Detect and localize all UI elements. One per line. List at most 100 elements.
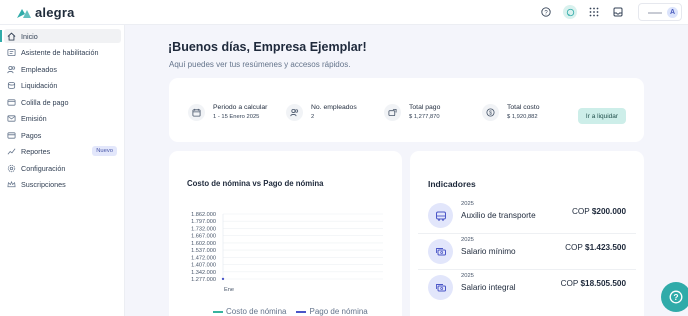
indicator-year: 2025 — [461, 237, 474, 243]
indicator-row: 2025 Salario integral COP $18.505.500 — [418, 270, 636, 306]
sidebar-item-label: Liquidación — [21, 80, 58, 90]
sidebar-item-empleados[interactable]: Empleados — [4, 62, 121, 76]
alegra-logo-icon — [17, 8, 31, 18]
company-logo — [648, 12, 662, 14]
sidebar-item-pagos[interactable]: Pagos — [4, 128, 121, 142]
avatar: A — [667, 7, 678, 18]
sidebar-item-label: Colilla de pago — [21, 97, 69, 107]
users-icon — [7, 65, 16, 74]
summary-period: Periodo a calcular 1 - 15 Enero 2025 — [188, 104, 267, 121]
ir-a-liquidar-button[interactable]: Ir a liquidar — [578, 108, 626, 124]
indicator-year: 2025 — [461, 273, 474, 279]
gear-icon — [7, 164, 16, 173]
card-icon — [7, 131, 16, 140]
logo-text: alegra — [35, 5, 75, 20]
legend-swatch-pago — [296, 310, 307, 313]
profile-menu[interactable]: A — [638, 3, 682, 21]
indicator-row: 2025 Salario mínimo COP $1.423.500 — [418, 234, 636, 270]
top-bar: alegra ? A — [0, 0, 688, 25]
coins-icon — [7, 81, 16, 90]
payroll-chart: 1.862.0001.797.0001.732.000 1.667.0001.60… — [191, 212, 383, 293]
svg-text:?: ? — [673, 292, 678, 302]
svg-text:$: $ — [489, 110, 492, 116]
sidebar-item-label: Reportes — [21, 146, 51, 156]
send-icon — [7, 114, 16, 123]
sidebar-item-inicio[interactable]: Inicio — [0, 29, 121, 43]
assistant-icon — [7, 48, 16, 57]
indicator-amount: $1.423.500 — [585, 243, 626, 252]
sidebar-item-label: Inicio — [21, 31, 38, 41]
sidebar-item-label: Suscripciones — [21, 179, 66, 189]
legend-label: Pago de nómina — [309, 307, 368, 316]
summary-total-payment: Total pago $ 1,277,870 — [384, 104, 440, 121]
summary-title: No. empleados — [311, 104, 357, 111]
sidebar-item-configuracion[interactable]: Configuración — [4, 161, 121, 175]
summary-value: $ 1,277,870 — [409, 114, 440, 120]
help-fab-button[interactable]: ? — [661, 282, 688, 312]
payment-icon — [384, 104, 401, 121]
sidebar: Inicio Asistente de habilitación Emplead… — [0, 25, 125, 316]
legend-item-pago[interactable]: Pago de nómina — [296, 307, 368, 316]
dollar-circle-icon: $ — [482, 104, 499, 121]
y-tick-label: 1.667.000 — [191, 234, 216, 240]
sidebar-item-asistente[interactable]: Asistente de habilitación — [4, 45, 121, 59]
receipt-icon — [7, 98, 16, 107]
summary-title: Total costo — [507, 104, 540, 111]
summary-employees: No. empleados 2 — [286, 104, 357, 121]
new-badge: Nuevo — [92, 146, 117, 156]
chart-icon — [7, 147, 16, 156]
help-icon: ? — [669, 290, 683, 304]
y-tick-label: 1.342.000 — [191, 270, 216, 276]
home-icon — [7, 32, 16, 41]
series-point-1[interactable] — [221, 277, 225, 281]
summary-value: $ 1,920,882 — [507, 114, 538, 120]
indicator-label: Salario integral — [461, 283, 516, 292]
crown-icon — [7, 180, 16, 189]
indicator-currency: COP — [565, 243, 583, 252]
indicators-title: Indicadores — [428, 179, 476, 189]
alegra-logo[interactable]: alegra — [16, 5, 75, 20]
indicator-value: COP $200.000 — [572, 207, 626, 216]
y-tick-label: 1.602.000 — [191, 241, 216, 247]
sidebar-item-label: Empleados — [21, 64, 57, 74]
summary-title: Total pago — [409, 104, 441, 111]
indicator-value: COP $1.423.500 — [565, 243, 626, 252]
y-tick-label: 1.732.000 — [191, 226, 216, 232]
indicators-card: Indicadores 2025 Auxilio de transporte C… — [410, 151, 644, 316]
calendar-icon — [188, 104, 205, 121]
legend-item-costo[interactable]: Costo de nómina — [213, 307, 286, 316]
y-tick-label: 1.797.000 — [191, 219, 216, 225]
indicator-amount: $18.505.500 — [580, 279, 626, 288]
summary-value: 1 - 15 Enero 2025 — [213, 114, 260, 120]
sidebar-item-reportes[interactable]: Reportes Nuevo — [4, 144, 121, 158]
help-circle-icon[interactable]: ? — [540, 6, 552, 18]
summary-card: Periodo a calcular 1 - 15 Enero 2025 No.… — [169, 78, 644, 142]
y-tick-label: 1.862.000 — [191, 212, 216, 218]
inbox-icon[interactable] — [612, 6, 624, 18]
indicator-currency: COP — [560, 279, 579, 288]
sidebar-item-label: Pagos — [21, 130, 42, 140]
page-subtitle: Aquí puedes ver tus resúmenes y accesos … — [169, 60, 351, 69]
indicator-year: 2025 — [461, 201, 474, 207]
sidebar-item-colilla[interactable]: Colilla de pago — [4, 95, 121, 109]
indicator-value: COP $18.505.500 — [561, 279, 626, 288]
indicator-label: Salario mínimo — [461, 247, 516, 256]
sidebar-item-emision[interactable]: Emisión — [4, 111, 121, 125]
indicator-amount: $200.000 — [591, 207, 626, 216]
x-tick-label: Ene — [224, 287, 234, 293]
y-tick-label: 1.277.000 — [191, 277, 216, 283]
bus-icon — [428, 203, 453, 228]
chart-legend: Costo de nómina Pago de nómina — [213, 307, 368, 316]
people-icon — [286, 104, 303, 121]
summary-value: 2 — [311, 114, 315, 120]
sidebar-item-liquidacion[interactable]: Liquidación — [4, 78, 121, 92]
cash-icon — [428, 239, 453, 264]
indicator-currency: COP — [571, 207, 590, 216]
summary-total-cost: $ Total costo $ 1,920,882 — [482, 104, 540, 121]
y-tick-label: 1.407.000 — [191, 263, 216, 269]
sidebar-item-suscripciones[interactable]: Suscripciones — [4, 177, 121, 191]
payroll-chart-card: Costo de nómina vs Pago de nómina 1.862.… — [169, 151, 402, 316]
apps-grid-icon[interactable] — [588, 6, 600, 18]
legend-swatch-costo — [213, 310, 223, 313]
chat-bubble-icon[interactable] — [563, 5, 577, 19]
